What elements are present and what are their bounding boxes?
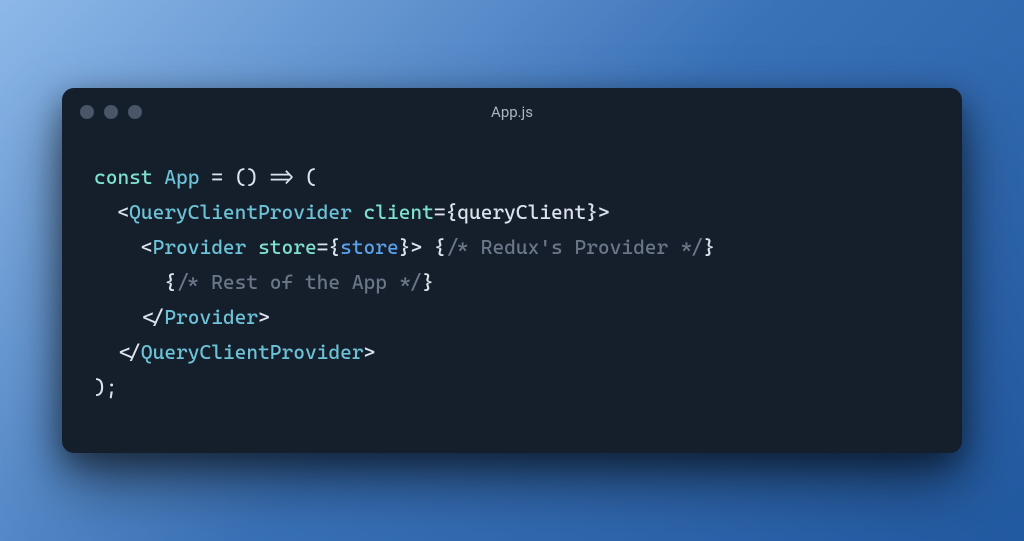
jsx-tag: QueryClientProvider (141, 340, 364, 364)
keyword-const: const (94, 165, 153, 189)
brace: } (703, 235, 715, 259)
jsx-tag: Provider (153, 235, 247, 259)
close-paren: ); (94, 375, 117, 399)
window-title: App.js (491, 103, 533, 121)
close-dot-icon[interactable] (80, 105, 94, 119)
jsx-attr: client (364, 200, 434, 224)
identifier: store (340, 235, 399, 259)
sp (352, 200, 364, 224)
brace: { (328, 235, 340, 259)
brace: { (434, 235, 446, 259)
brace: { (164, 270, 176, 294)
brace: } (399, 235, 411, 259)
minimize-dot-icon[interactable] (104, 105, 118, 119)
tag-open: < (117, 200, 129, 224)
sp (422, 235, 434, 259)
brace: } (586, 200, 598, 224)
jsx-attr: store (258, 235, 317, 259)
brace: } (422, 270, 434, 294)
code-content: const App = () => ( <QueryClientProvider… (62, 136, 962, 453)
eq: = (434, 200, 446, 224)
code-window: App.js const App = () => ( <QueryClientP… (62, 88, 962, 453)
tag-open: < (141, 235, 153, 259)
tag-open: </ (117, 340, 140, 364)
identifier: queryClient (457, 200, 586, 224)
eq: = (317, 235, 329, 259)
comment: /* Redux's Provider */ (446, 235, 704, 259)
tag-close: > (598, 200, 610, 224)
zoom-dot-icon[interactable] (128, 105, 142, 119)
brace: { (446, 200, 458, 224)
tag-open: </ (141, 305, 164, 329)
tag-close: > (410, 235, 422, 259)
jsx-tag: QueryClientProvider (129, 200, 352, 224)
jsx-tag: Provider (164, 305, 258, 329)
tag-close: > (258, 305, 270, 329)
punct: = () => ( (199, 165, 316, 189)
titlebar: App.js (62, 88, 962, 136)
function-name: App (164, 165, 199, 189)
sp (246, 235, 258, 259)
window-controls (80, 105, 142, 119)
comment: /* Rest of the App */ (176, 270, 422, 294)
tag-close: > (364, 340, 376, 364)
